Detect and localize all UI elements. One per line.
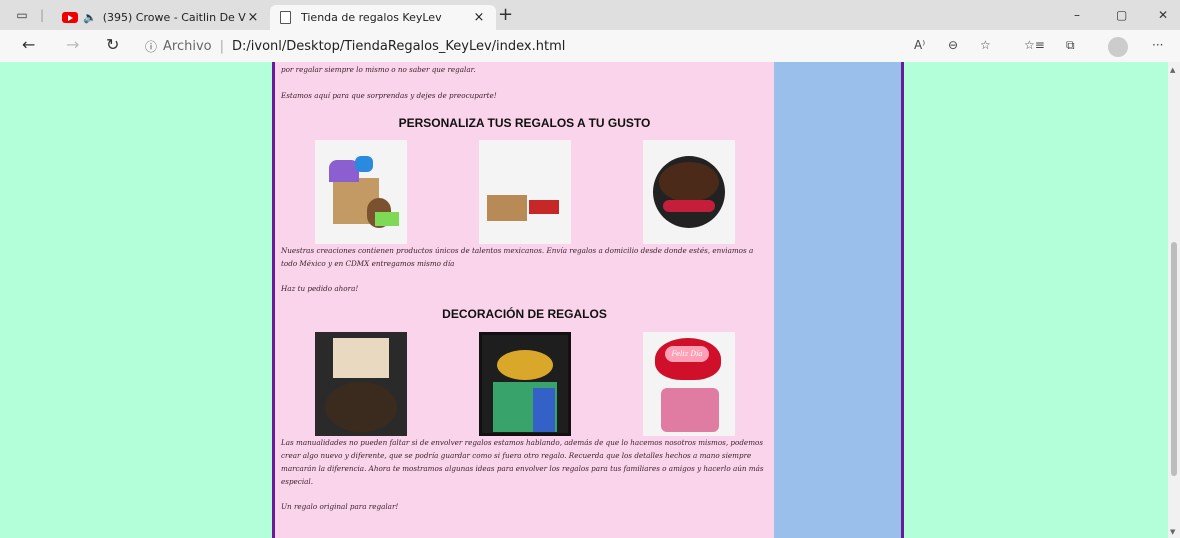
scroll-down-icon[interactable]: ▼ — [1170, 528, 1175, 536]
pizza-gift-image — [315, 332, 407, 436]
section-text: Nuestras creaciones contienen productos … — [281, 246, 754, 268]
tab-separator: | — [39, 8, 45, 22]
read-aloud-icon[interactable]: A⁾ — [914, 38, 925, 52]
tissue-shape — [355, 156, 373, 172]
reload-button[interactable]: ↻ — [106, 36, 119, 54]
new-tab-button[interactable]: + — [498, 6, 513, 24]
box-shape — [529, 200, 559, 214]
browser-chrome: ▭ | 🔈 (395) Crowe - Caitlin De Vill × Ti… — [0, 0, 1180, 62]
box-shape — [375, 212, 399, 226]
close-window-button[interactable]: ✕ — [1158, 8, 1168, 22]
tab-bar: ▭ | 🔈 (395) Crowe - Caitlin De Vill × Ti… — [0, 0, 1180, 30]
page-icon — [280, 11, 291, 24]
maximize-button[interactable]: ▢ — [1116, 8, 1127, 22]
tab-label: Tienda de regalos KeyLev — [301, 11, 442, 24]
sidebar — [774, 62, 901, 538]
page-viewport: por regalar siempre lo mismo o no saber … — [0, 62, 1180, 538]
speaker-icon[interactable]: 🔈 — [83, 11, 97, 24]
section-cta: Un regalo original para regalar! — [281, 502, 399, 511]
section-cta: Haz tu pedido ahora! — [281, 284, 359, 293]
address-bar[interactable]: ⓘ Archivo | D:/ivonl/Desktop/TiendaRegal… — [145, 34, 905, 58]
gift-tray-image — [643, 140, 735, 244]
main-content: por regalar siempre lo mismo o no saber … — [275, 62, 774, 538]
scroll-up-icon[interactable]: ▲ — [1170, 66, 1175, 74]
scrollbar[interactable]: ▲ ▼ — [1168, 62, 1180, 538]
intro-text: por regalar siempre lo mismo o no saber … — [281, 65, 476, 74]
avatar[interactable] — [1108, 37, 1128, 57]
bow-shape — [497, 350, 553, 380]
youtube-icon — [62, 12, 78, 23]
gift-bag-image — [315, 140, 407, 244]
card-shape — [333, 338, 389, 378]
tray-decoration — [663, 200, 715, 212]
more-menu-icon[interactable]: ··· — [1152, 38, 1163, 52]
tab-actions-icon[interactable]: ▭ — [14, 8, 30, 22]
tab-youtube[interactable]: 🔈 (395) Crowe - Caitlin De Vill × — [52, 5, 270, 30]
zoom-icon[interactable]: ⊖ — [948, 38, 958, 52]
page-container: por regalar siempre lo mismo o no saber … — [272, 62, 904, 538]
basket-shape — [661, 388, 719, 432]
tab-close-icon[interactable]: × — [472, 10, 486, 25]
info-icon[interactable]: ⓘ — [145, 38, 157, 55]
minimize-button[interactable]: – — [1074, 8, 1080, 22]
tray-inner-shape — [659, 162, 719, 202]
tab-label: (395) Crowe - Caitlin De Vill — [102, 11, 246, 24]
bag-shape — [487, 195, 527, 221]
wrapped-gift-image — [479, 332, 571, 436]
back-button[interactable]: ← — [22, 36, 35, 54]
tab-close-icon[interactable]: × — [246, 10, 260, 25]
section-text: Las manualidades no pueden faltar si de … — [281, 438, 764, 486]
forward-button[interactable]: → — [66, 36, 79, 54]
address-url[interactable]: D:/ivonl/Desktop/TiendaRegalos_KeyLev/in… — [232, 39, 565, 54]
pie-shape — [325, 382, 397, 432]
navigation-bar: ← → ↻ ⓘ Archivo | D:/ivonl/Desktop/Tiend… — [0, 30, 1180, 62]
gift-box-image — [479, 140, 571, 244]
tab-tienda[interactable]: Tienda de regalos KeyLev × — [270, 5, 496, 30]
address-separator: | — [219, 38, 225, 54]
section-title: DECORACIÓN DE REGALOS — [442, 307, 607, 321]
balloon-basket-image: Feliz Día — [643, 332, 735, 436]
balloon-text: Feliz Día — [665, 346, 709, 362]
gift-stripe-shape — [533, 388, 555, 432]
favorites-bar-icon[interactable]: ☆≡ — [1024, 38, 1045, 52]
address-source: Archivo — [163, 38, 212, 54]
scrollbar-thumb[interactable] — [1171, 242, 1177, 476]
collections-icon[interactable]: ⧉ — [1066, 38, 1075, 53]
favorite-icon[interactable]: ☆ — [980, 38, 991, 52]
section-title: PERSONALIZA TUS REGALOS A TU GUSTO — [398, 116, 651, 130]
intro-text-2: Estamos aquí para que sorprendas y dejes… — [281, 91, 497, 100]
